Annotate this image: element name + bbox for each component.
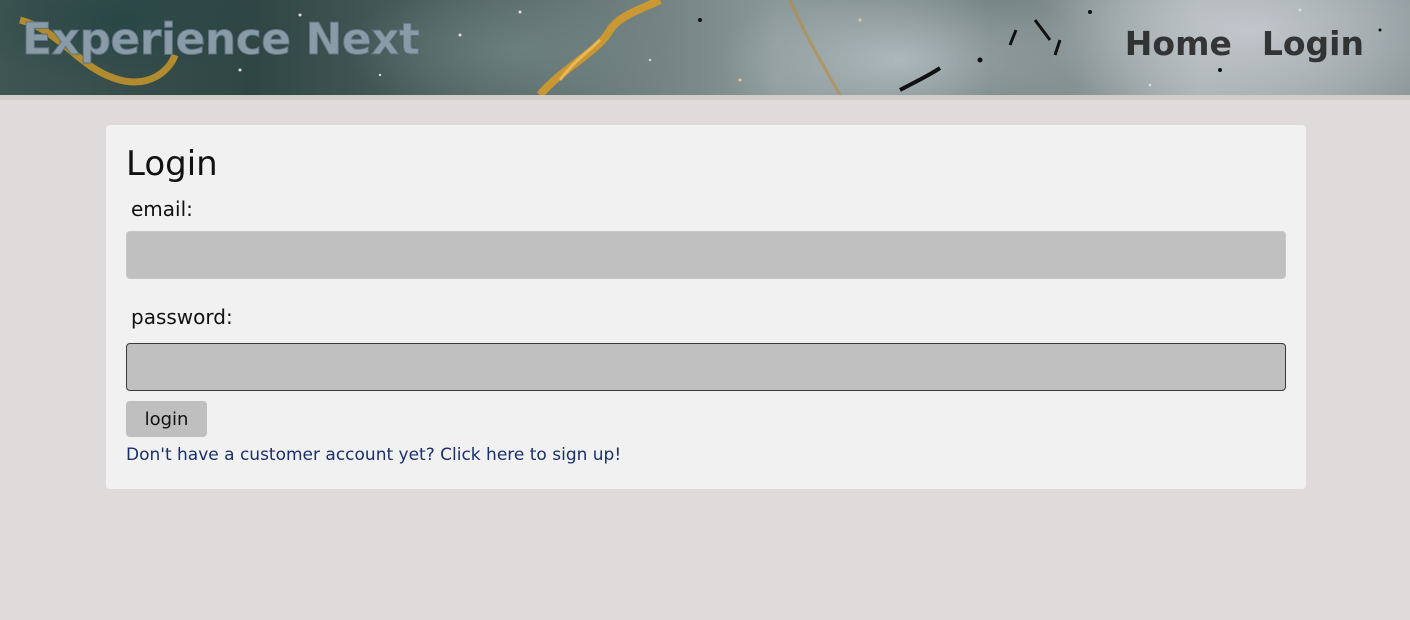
nav-login-link[interactable]: Login	[1262, 24, 1364, 63]
password-label: password:	[131, 305, 233, 329]
main-nav: Home Login	[1125, 24, 1364, 63]
nav-home-link[interactable]: Home	[1125, 24, 1232, 63]
site-header: Experience Next Home Login	[0, 0, 1410, 95]
login-button[interactable]: login	[126, 401, 207, 437]
email-field[interactable]	[126, 231, 1286, 279]
site-title: Experience Next	[22, 14, 421, 66]
login-title: Login	[126, 144, 218, 184]
password-field[interactable]	[126, 343, 1286, 391]
email-label: email:	[131, 197, 193, 221]
signup-link[interactable]: Don't have a customer account yet? Click…	[126, 445, 1286, 465]
header-divider	[0, 95, 1410, 100]
login-card: Login email: password: login Don't have …	[106, 125, 1306, 489]
